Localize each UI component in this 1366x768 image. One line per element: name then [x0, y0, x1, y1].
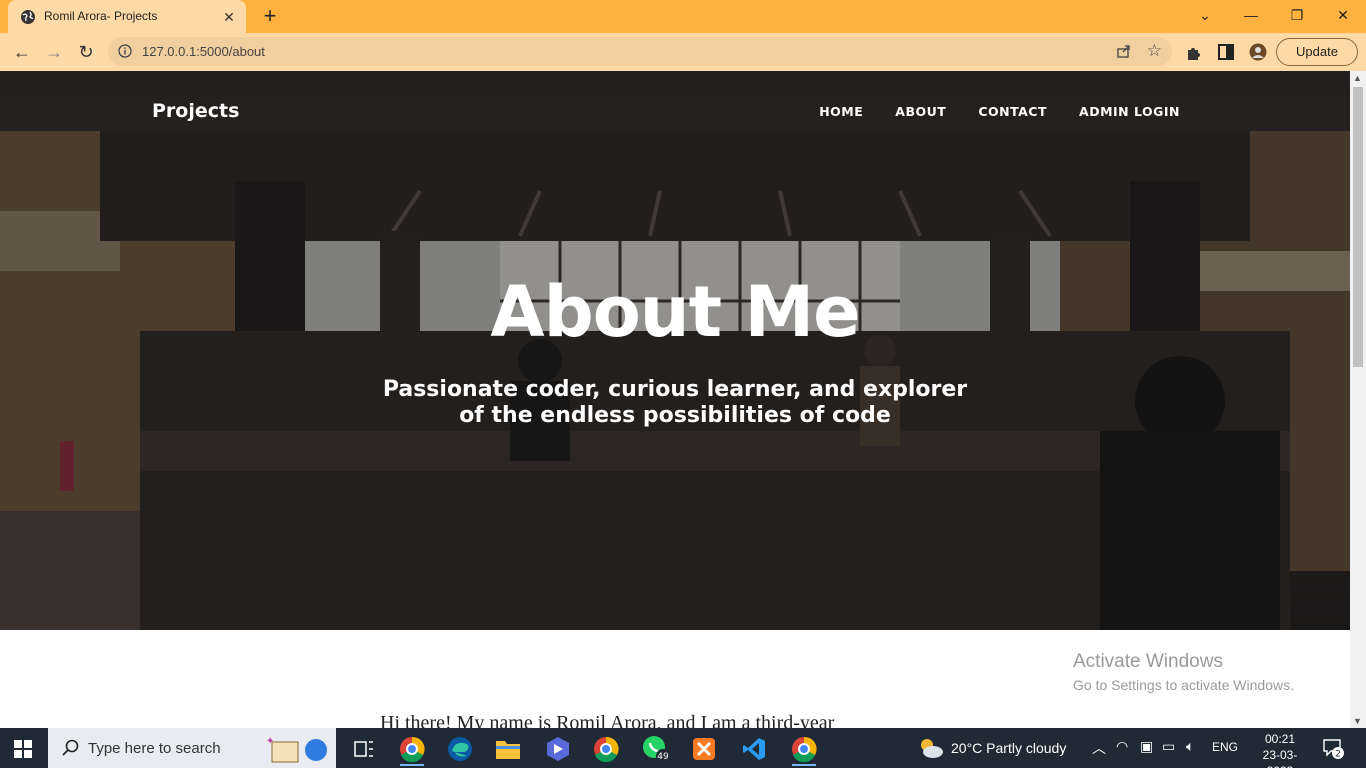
share-icon[interactable] [1116, 43, 1132, 59]
task-view-icon[interactable] [346, 732, 382, 766]
update-button[interactable]: Update [1276, 38, 1358, 66]
search-icon [62, 739, 79, 756]
whatsapp-icon[interactable]: 49 [638, 732, 674, 766]
clock-time: 00:21 [1264, 732, 1296, 746]
chrome-profile-2-icon[interactable] [588, 732, 624, 766]
browser-toolbar: ← → ↻ 127.0.0.1:5000/about ☆ Update [0, 33, 1366, 71]
chrome-active-icon[interactable] [786, 732, 822, 766]
tab-title: Romil Arora- Projects [44, 9, 158, 23]
tab-search-chevron-icon[interactable]: ⌄ [1182, 0, 1228, 30]
windows-start-icon[interactable] [14, 740, 32, 758]
partly-cloudy-icon[interactable] [918, 736, 944, 760]
activate-windows-watermark: Activate Windows Go to Settings to activ… [1073, 651, 1294, 693]
notification-center-icon[interactable]: 2 [1322, 737, 1344, 759]
address-bar[interactable]: 127.0.0.1:5000/about ☆ [108, 37, 1172, 66]
back-button[interactable]: ← [10, 40, 34, 64]
new-tab-button[interactable]: + [258, 5, 282, 29]
main-nav: HOME ABOUT CONTACT ADMIN LOGIN [819, 104, 1180, 119]
vscode-icon[interactable] [736, 732, 772, 766]
browser-tab-strip: Romil Arora- Projects ✕ + ⌄ — ❐ ✕ [0, 0, 1366, 33]
activate-subtitle: Go to Settings to activate Windows. [1073, 677, 1294, 693]
show-hidden-icons-chevron-icon[interactable]: ︿ [1092, 738, 1106, 758]
url-text[interactable]: 127.0.0.1:5000/about [142, 44, 265, 59]
weather-text[interactable]: 20°C Partly cloudy [951, 740, 1066, 756]
minimize-button[interactable]: — [1228, 0, 1274, 30]
whatsapp-badge: 49 [657, 752, 669, 762]
nav-admin-login[interactable]: ADMIN LOGIN [1079, 104, 1180, 119]
site-brand[interactable]: Projects [152, 100, 239, 122]
language-indicator[interactable]: ENG [1212, 740, 1238, 754]
profile-avatar-icon[interactable] [1249, 43, 1267, 61]
forward-button[interactable]: → [42, 40, 66, 64]
extensions-puzzle-icon[interactable] [1185, 43, 1203, 61]
bookmark-star-icon[interactable]: ☆ [1147, 41, 1162, 61]
battery-icon[interactable]: ▭ [1162, 738, 1175, 755]
search-placeholder: Type here to search [88, 740, 221, 757]
globe-icon [21, 10, 35, 24]
page-viewport: Projects HOME ABOUT CONTACT ADMIN LOGIN … [0, 71, 1350, 728]
nav-contact[interactable]: CONTACT [978, 104, 1047, 119]
scroll-down-arrow-icon[interactable]: ▼ [1353, 716, 1362, 726]
side-panel-icon[interactable] [1217, 43, 1235, 61]
activate-title: Activate Windows [1073, 651, 1223, 672]
hero-subtitle: Passionate coder, curious learner, and e… [382, 377, 968, 428]
reload-button[interactable]: ↻ [74, 40, 98, 64]
svg-text:✦: ✦ [266, 736, 274, 747]
chrome-profile-1-icon[interactable] [394, 732, 430, 766]
taskbar-clock[interactable]: 00:21 23-03-2023 [1252, 731, 1308, 768]
edge-icon[interactable] [442, 732, 478, 766]
network-icon[interactable]: ◠ [1116, 738, 1128, 755]
nav-home[interactable]: HOME [819, 104, 863, 119]
clock-date: 23-03-2023 [1262, 748, 1298, 768]
close-window-button[interactable]: ✕ [1320, 0, 1366, 30]
volume-icon[interactable]: 🔈︎ [1186, 738, 1194, 755]
nav-about[interactable]: ABOUT [895, 104, 946, 119]
scroll-up-arrow-icon[interactable]: ▲ [1353, 73, 1362, 83]
scroll-thumb[interactable] [1353, 87, 1363, 367]
close-tab-icon[interactable]: ✕ [220, 8, 238, 26]
browser-tab[interactable]: Romil Arora- Projects ✕ [8, 0, 246, 33]
restore-button[interactable]: ❐ [1274, 0, 1320, 30]
taskbar-search-box[interactable]: Type here to search ✦ [48, 728, 336, 768]
app-hexagon-icon[interactable] [540, 732, 576, 766]
notification-badge: 2 [1335, 750, 1341, 760]
info-icon[interactable] [118, 44, 132, 58]
xampp-icon[interactable] [686, 732, 722, 766]
bio-paragraph: Hi there! My name is Romil Arora, and I … [380, 712, 835, 728]
file-explorer-icon[interactable] [490, 732, 526, 766]
page-scrollbar[interactable]: ▲ ▼ [1350, 71, 1366, 728]
device-icon[interactable]: ▣ [1140, 738, 1153, 755]
hero-section: Projects HOME ABOUT CONTACT ADMIN LOGIN … [0, 71, 1350, 630]
hero-title: About Me [490, 271, 860, 353]
search-highlight-illustration-icon: ✦ [266, 736, 327, 763]
windows-taskbar: Type here to search ✦ 49 20°C Partly clo… [0, 728, 1366, 768]
